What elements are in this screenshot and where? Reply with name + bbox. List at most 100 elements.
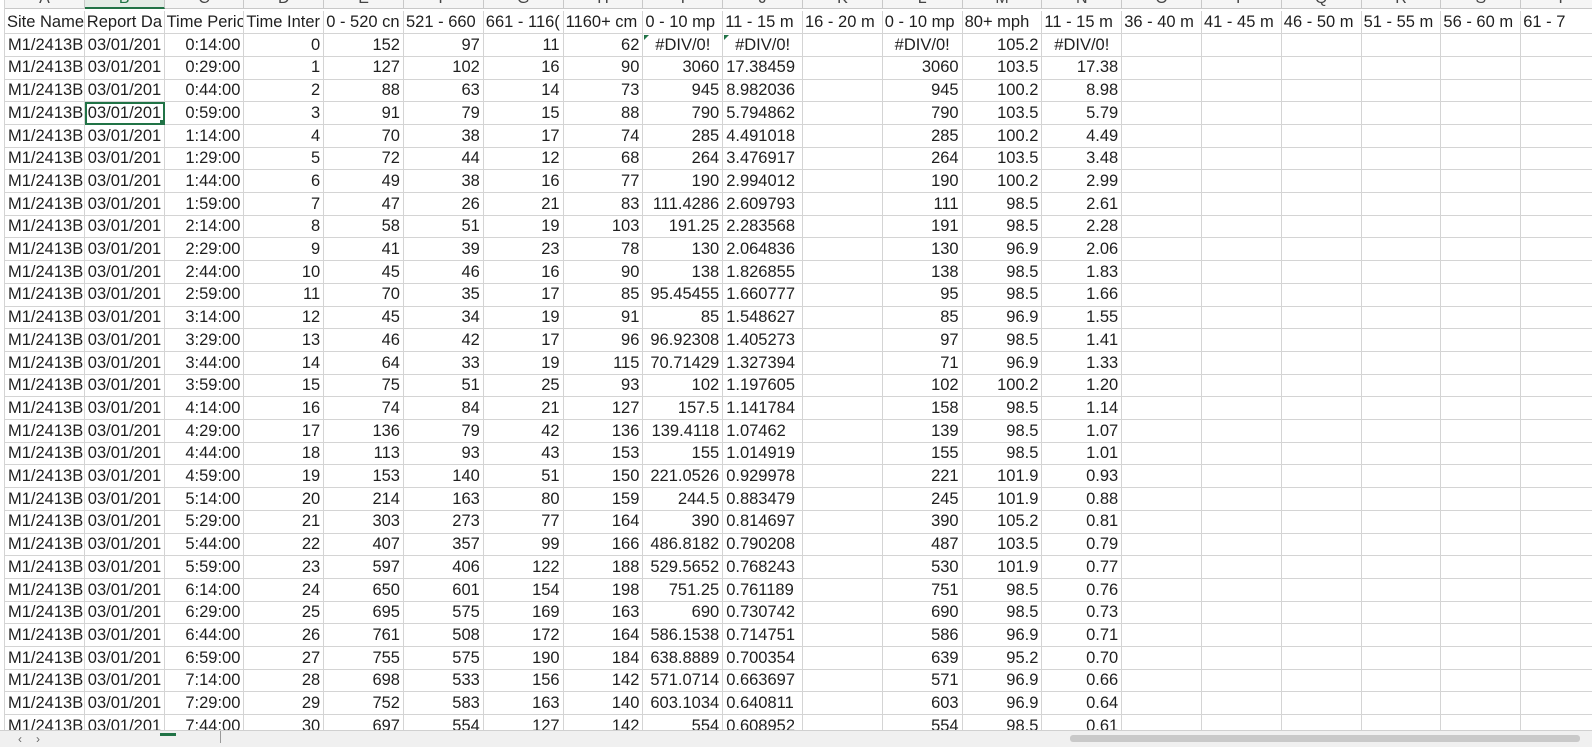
data-cell[interactable]: 0:29:00 <box>164 56 245 80</box>
empty-cell[interactable] <box>1202 623 1282 648</box>
empty-cell[interactable] <box>1361 33 1442 57</box>
data-cell[interactable]: 586 <box>882 623 963 648</box>
data-cell[interactable]: 0.73 <box>1042 601 1123 625</box>
empty-cell[interactable] <box>1122 442 1202 466</box>
data-cell[interactable]: 96.9 <box>962 692 1043 716</box>
spreadsheet-grid[interactable]: ABCDEFGHIJKLMNOPQRSTSite NameReport DaTi… <box>0 0 1592 730</box>
empty-cell[interactable] <box>1202 578 1282 602</box>
empty-cell[interactable] <box>1361 692 1442 716</box>
empty-cell[interactable] <box>1202 33 1282 57</box>
data-cell[interactable]: 7:29:00 <box>164 692 245 716</box>
data-cell[interactable]: 101.9 <box>962 555 1043 579</box>
data-cell[interactable]: 85 <box>882 306 963 330</box>
empty-cell[interactable] <box>1361 555 1442 579</box>
data-cell[interactable]: 6:59:00 <box>164 646 245 670</box>
empty-cell[interactable] <box>1361 328 1442 352</box>
data-cell[interactable]: 530 <box>882 555 963 579</box>
data-cell[interactable]: 33 <box>404 351 484 375</box>
data-cell[interactable]: 4:29:00 <box>164 419 245 443</box>
empty-cell[interactable] <box>1521 147 1592 171</box>
data-cell[interactable]: 597 <box>324 555 404 579</box>
data-cell[interactable]: 3:29:00 <box>164 328 245 352</box>
empty-cell[interactable] <box>1361 396 1442 421</box>
data-cell[interactable]: 3:59:00 <box>164 374 245 398</box>
data-cell[interactable]: 554 <box>883 714 963 730</box>
data-cell[interactable]: 44 <box>404 147 484 171</box>
data-cell[interactable]: 7 <box>244 192 325 216</box>
data-cell[interactable]: 130 <box>882 238 963 262</box>
data-cell[interactable]: M1/2413B <box>5 33 85 57</box>
empty-cell[interactable] <box>1361 510 1442 534</box>
empty-cell[interactable] <box>1281 169 1362 194</box>
data-cell[interactable]: 03/01/201 <box>84 669 165 693</box>
data-cell[interactable]: 2.064836 <box>723 238 803 262</box>
data-cell[interactable]: 22 <box>244 533 325 557</box>
empty-cell[interactable] <box>1361 192 1442 216</box>
data-cell[interactable]: 47 <box>324 192 404 216</box>
data-cell[interactable]: M1/2413B <box>5 601 85 625</box>
empty-cell[interactable] <box>1521 669 1592 693</box>
data-cell[interactable]: 169 <box>483 601 564 625</box>
data-cell[interactable] <box>803 714 883 730</box>
data-cell[interactable]: 2.283568 <box>723 215 803 239</box>
data-cell[interactable]: 601 <box>404 578 484 602</box>
data-cell[interactable]: 03/01/201 <box>84 56 165 80</box>
data-cell[interactable]: 90 <box>563 260 644 284</box>
data-cell[interactable]: 5 <box>244 147 325 171</box>
header-cell[interactable]: 1160+ cm <box>563 11 644 34</box>
data-cell[interactable]: 19 <box>483 215 564 239</box>
data-cell[interactable]: 98.5 <box>962 601 1043 625</box>
data-cell[interactable] <box>803 101 883 125</box>
data-cell[interactable]: 571 <box>882 669 963 693</box>
data-cell[interactable]: 8.98 <box>1042 79 1123 103</box>
data-cell[interactable] <box>803 555 883 579</box>
data-cell[interactable]: M1/2413B <box>5 147 85 171</box>
data-cell[interactable]: M1/2413B <box>5 192 85 216</box>
data-cell[interactable]: 98.5 <box>962 283 1043 307</box>
data-cell[interactable]: 96.9 <box>962 351 1043 375</box>
empty-cell[interactable] <box>1202 260 1282 284</box>
empty-cell[interactable] <box>1521 56 1592 80</box>
data-cell[interactable]: 751 <box>882 578 963 602</box>
empty-cell[interactable] <box>1361 306 1442 330</box>
column-header-a[interactable]: A <box>5 0 85 9</box>
data-cell[interactable]: 1.20 <box>1042 374 1123 398</box>
data-cell[interactable]: 88 <box>324 79 404 103</box>
data-cell[interactable]: 80 <box>483 487 564 511</box>
column-header-h[interactable]: H <box>563 0 644 9</box>
header-cell[interactable]: 0 - 10 mp <box>882 11 963 34</box>
data-cell[interactable]: 12 <box>483 147 564 171</box>
empty-cell[interactable] <box>1521 238 1592 262</box>
data-cell[interactable]: 20 <box>244 487 325 511</box>
data-cell[interactable]: 70 <box>324 283 404 307</box>
data-cell[interactable] <box>803 33 883 57</box>
data-cell[interactable]: 1.826855 <box>723 260 803 284</box>
empty-cell[interactable] <box>1521 647 1592 670</box>
data-cell[interactable]: M1/2413B <box>5 442 85 466</box>
data-cell[interactable]: 2:14:00 <box>164 215 245 239</box>
data-cell[interactable]: 139.4118 <box>643 419 724 443</box>
data-cell[interactable]: 6:29:00 <box>164 601 245 625</box>
empty-cell[interactable] <box>1441 601 1522 625</box>
empty-cell[interactable] <box>1521 215 1592 239</box>
data-cell[interactable]: #DIV/0! <box>723 33 803 57</box>
data-cell[interactable]: 98.5 <box>962 215 1043 239</box>
empty-cell[interactable] <box>1202 192 1282 216</box>
empty-cell[interactable] <box>1202 601 1282 625</box>
empty-cell[interactable] <box>1361 124 1442 148</box>
data-cell[interactable]: 7:14:00 <box>164 669 245 693</box>
data-cell[interactable]: 1.41 <box>1042 328 1123 352</box>
data-cell[interactable]: 46 <box>404 260 484 284</box>
data-cell[interactable]: 487 <box>882 533 963 557</box>
empty-cell[interactable] <box>1521 556 1592 579</box>
data-cell[interactable]: 1:14:00 <box>164 124 245 148</box>
data-cell[interactable]: 25 <box>483 374 564 398</box>
empty-cell[interactable] <box>1202 56 1282 80</box>
empty-cell[interactable] <box>1202 555 1282 579</box>
empty-cell[interactable] <box>1441 396 1522 421</box>
empty-cell[interactable] <box>1521 465 1592 489</box>
data-cell[interactable]: 03/01/201 <box>84 351 165 375</box>
data-cell[interactable]: 755 <box>324 646 404 670</box>
data-cell[interactable]: 4:59:00 <box>164 465 245 489</box>
data-cell[interactable]: 790 <box>643 101 724 125</box>
